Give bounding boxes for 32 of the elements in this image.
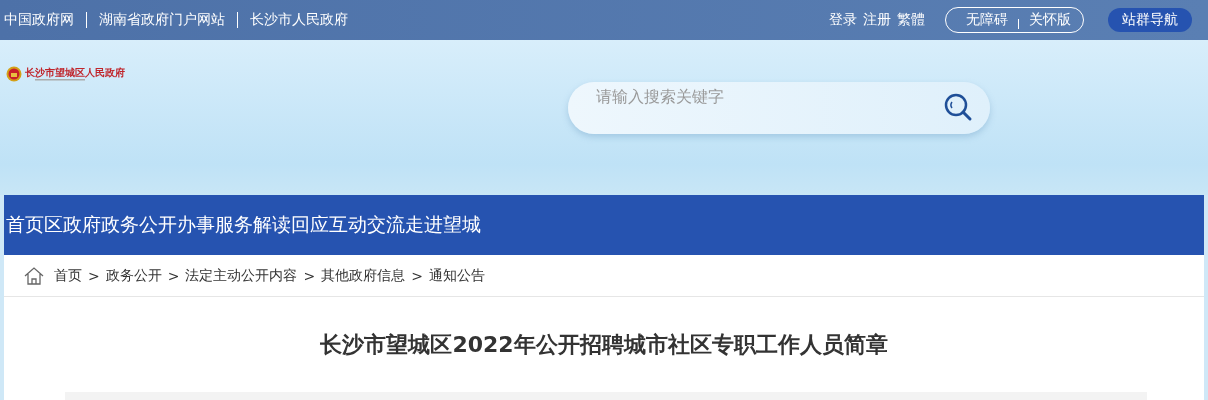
search-bar[interactable]: 请输入搜索关键字 <box>568 82 990 134</box>
home-icon <box>24 266 44 285</box>
breadcrumb-separator: > <box>411 267 423 284</box>
account-link[interactable]: 登录 <box>829 11 857 29</box>
search-icon[interactable] <box>944 93 974 123</box>
breadcrumb-separator: > <box>88 267 100 284</box>
breadcrumb-link[interactable]: 政务公开 <box>105 266 162 285</box>
breadcrumb-separator: > <box>167 267 180 284</box>
nav-item[interactable]: 首页 <box>6 212 44 238</box>
breadcrumb-link[interactable]: 首页 <box>54 266 82 285</box>
account-link[interactable]: 注册 <box>863 11 891 29</box>
nav-item[interactable]: 区政府 <box>44 212 101 238</box>
breadcrumb-separator: > <box>303 267 316 284</box>
search-field[interactable]: 请输入搜索关键字 <box>594 86 918 107</box>
account-link[interactable]: 繁體 <box>897 11 925 29</box>
breadcrumb-link[interactable]: 其他政府信息 <box>321 266 406 285</box>
access-mode-link[interactable]: 无障碍 <box>966 11 1008 29</box>
top-link[interactable]: 湖南省政府门户网站 <box>99 11 225 29</box>
nav-item[interactable]: 办事服务 <box>177 212 253 238</box>
nav-item[interactable]: 政务公开 <box>101 212 177 238</box>
emblem-icon <box>6 66 22 82</box>
top-link[interactable]: 长沙市人民政府 <box>250 11 348 29</box>
top-link[interactable]: 中国政府网 <box>4 11 74 29</box>
nav-item[interactable]: 走进望城 <box>405 212 481 238</box>
breadcrumb-link[interactable]: 通知公告 <box>428 266 485 285</box>
site-nav-button[interactable]: 站群导航 <box>1108 8 1192 32</box>
article-title: 长沙市望城区2022年公开招聘城市社区专职工作人员简章 <box>319 331 889 359</box>
logo-name: 长沙市望城区人民政府 <box>25 67 125 78</box>
nav-item[interactable]: 解读回应 <box>253 212 329 238</box>
breadcrumb-link[interactable]: 法定主动公开内容 <box>185 266 298 285</box>
access-mode-link[interactable]: 关怀版 <box>1029 11 1071 29</box>
nav-item[interactable]: 互动交流 <box>329 212 405 238</box>
